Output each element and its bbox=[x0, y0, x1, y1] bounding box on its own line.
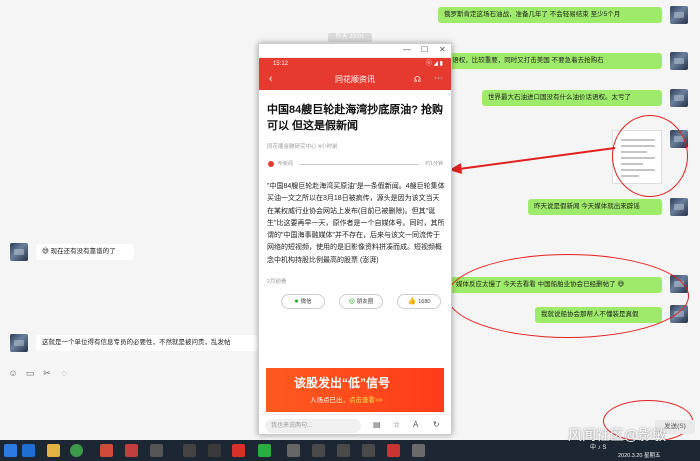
close-icon[interactable]: ✕ bbox=[439, 45, 446, 54]
chat-image-thumbnail[interactable] bbox=[612, 130, 662, 184]
minimize-icon[interactable]: — bbox=[403, 45, 411, 54]
wechat-icon: ● bbox=[294, 298, 299, 306]
article-body: "中国84艘巨轮赴海湾买原油"是一条假新闻。4艘巨轮集体买油一文之所以在3月18… bbox=[267, 183, 445, 264]
ad-sub-text: 入场点已出， bbox=[310, 397, 349, 404]
chat-message-outgoing[interactable]: 俄罗斯肯定这场石油战，准备几年了 不会轻易结束 至少5个月 bbox=[438, 7, 662, 23]
paint-icon[interactable] bbox=[100, 444, 113, 457]
app-title: 同花顺资讯 bbox=[335, 75, 375, 84]
avatar[interactable] bbox=[670, 52, 688, 70]
status-bar: 15:12 ⓝ ◢ ▮ bbox=[259, 58, 451, 70]
scissors-icon[interactable]: ✂ bbox=[41, 367, 53, 379]
app-icon[interactable] bbox=[183, 444, 196, 457]
app-icon[interactable] bbox=[287, 444, 300, 457]
avatar[interactable] bbox=[670, 198, 688, 216]
share-icon[interactable]: ↻ bbox=[433, 420, 440, 429]
avatar[interactable] bbox=[10, 334, 28, 352]
avatar[interactable] bbox=[10, 243, 28, 261]
app-icon[interactable] bbox=[208, 444, 221, 457]
window-title-bar: — ☐ ✕ bbox=[259, 44, 451, 58]
wps-icon[interactable] bbox=[232, 444, 245, 457]
emoji-icon[interactable]: ☺ bbox=[7, 367, 19, 379]
status-icons: ⓝ ◢ ▮ bbox=[425, 61, 443, 67]
chat-message-incoming[interactable]: 这就是一个单位得有信息专员的必要性，不然就是被问责，乱发帖 bbox=[36, 335, 258, 351]
ad-link[interactable]: 点击查看>> bbox=[349, 397, 383, 404]
share-wechat-label: 微信 bbox=[300, 299, 312, 306]
phone-mirror-window: — ☐ ✕ 15:12 ⓝ ◢ ▮ ‹ 同花顺资讯 ☊ ⋯ 中国84艘巨轮赴海湾… bbox=[258, 43, 452, 435]
view-count: 2月前看 bbox=[267, 279, 287, 286]
explorer-icon[interactable] bbox=[47, 444, 60, 457]
audio-label: 听新闻 bbox=[278, 161, 294, 167]
share-moments-button[interactable]: ◎ 朋友圈 bbox=[339, 294, 383, 310]
app-icon[interactable] bbox=[337, 444, 350, 457]
chat-message-incoming[interactable]: 😅 现在还有没有靠谱的了 bbox=[36, 244, 134, 260]
wechat-taskbar-icon[interactable] bbox=[258, 444, 271, 457]
thumbs-up-icon: 👍 bbox=[407, 298, 417, 306]
more-icon[interactable]: ⋯ bbox=[434, 73, 443, 84]
ad-subtitle: 入场点已出，点击查看>> bbox=[310, 394, 383, 404]
edge-icon[interactable] bbox=[22, 444, 35, 457]
chat-message-outgoing[interactable]: 世界最大石油进口国没有什么油价话语权。太亏了 bbox=[482, 90, 662, 106]
app-icon[interactable] bbox=[362, 444, 375, 457]
audio-player[interactable]: 听新闻 约1分钟 bbox=[267, 159, 445, 169]
avatar[interactable] bbox=[670, 130, 688, 148]
chat-message-outgoing[interactable]: 我就说船协会那帮人不懂装是真假 bbox=[535, 307, 662, 323]
share-row: ● 微信 ◎ 朋友圈 👍 1680 bbox=[267, 294, 445, 310]
ad-title: 该股发出“低”信号 bbox=[294, 376, 391, 390]
like-count: 1680 bbox=[418, 299, 431, 306]
share-moments-label: 朋友圈 bbox=[356, 299, 374, 306]
chat-timestamp: 昨天 23:01 bbox=[328, 33, 372, 42]
app-icon[interactable] bbox=[125, 444, 138, 457]
article-headline: 中国84艘巨轮赴海湾抄底原油? 抢购可以 但这是假新闻 bbox=[267, 104, 444, 132]
highlight-ellipse bbox=[447, 254, 689, 338]
chat-toolbar: ☺ ▭ ✂ ◌ bbox=[7, 367, 87, 379]
chat-history-icon[interactable]: ◌ bbox=[58, 367, 70, 379]
avatar[interactable] bbox=[670, 89, 688, 107]
avatar[interactable] bbox=[670, 305, 688, 323]
app-icon[interactable] bbox=[150, 444, 163, 457]
like-button[interactable]: 👍 1680 bbox=[397, 294, 441, 310]
chat-message-outgoing[interactable]: 媒体反应太慢了 今天去看看 中国船舶业协会已经删帖了 😅 bbox=[450, 277, 662, 293]
chrome-icon[interactable] bbox=[70, 444, 83, 457]
app-icon[interactable] bbox=[387, 444, 400, 457]
maximize-icon[interactable]: ☐ bbox=[421, 45, 428, 54]
article: 中国84艘巨轮赴海湾抄底原油? 抢购可以 但这是假新闻 同花顺金融研究中心 4小… bbox=[259, 90, 451, 412]
play-icon[interactable] bbox=[268, 161, 274, 167]
avatar[interactable] bbox=[670, 6, 688, 24]
app-header: ‹ 同花顺资讯 ☊ ⋯ bbox=[259, 70, 451, 90]
moments-icon: ◎ bbox=[348, 298, 355, 306]
listen-icon[interactable]: ☊ bbox=[414, 75, 421, 84]
chat-message-outgoing[interactable]: 昨天说是假新闻 今天媒体就出来辟谣 bbox=[528, 199, 662, 215]
font-icon[interactable]: A bbox=[413, 420, 418, 429]
avatar[interactable] bbox=[670, 275, 688, 293]
app-icon[interactable] bbox=[312, 444, 325, 457]
favorite-icon[interactable]: ☆ bbox=[393, 420, 400, 429]
clock[interactable]: 2020.3.20 星期五 bbox=[618, 451, 661, 459]
ad-banner[interactable]: 该股发出“低”信号 入场点已出，点击查看>> bbox=[266, 368, 444, 412]
annotation-arrow bbox=[449, 147, 616, 174]
audio-duration: 约1分钟 bbox=[425, 161, 443, 167]
status-time: 15:12 bbox=[273, 61, 289, 67]
watermark: 风闻社区@影敏 bbox=[568, 427, 667, 443]
folder-icon[interactable]: ▭ bbox=[24, 367, 36, 379]
chat-message-outgoing[interactable]: 油价 话语权，比较重要，同时又打击美国 不要急着去抢购石 bbox=[425, 53, 662, 69]
article-meta: 同花顺金融研究中心 4小时前 bbox=[267, 144, 338, 150]
share-wechat-button[interactable]: ● 微信 bbox=[281, 294, 325, 310]
app-icon[interactable] bbox=[412, 444, 425, 457]
comment-icon[interactable]: ▤ bbox=[373, 420, 381, 429]
audio-progress[interactable] bbox=[299, 164, 419, 165]
windows-start-icon[interactable] bbox=[4, 444, 17, 457]
comment-bar: 我也来说两句... ▤ ☆ A ↻ bbox=[259, 414, 451, 434]
comment-input[interactable]: 我也来说两句... bbox=[265, 419, 361, 433]
